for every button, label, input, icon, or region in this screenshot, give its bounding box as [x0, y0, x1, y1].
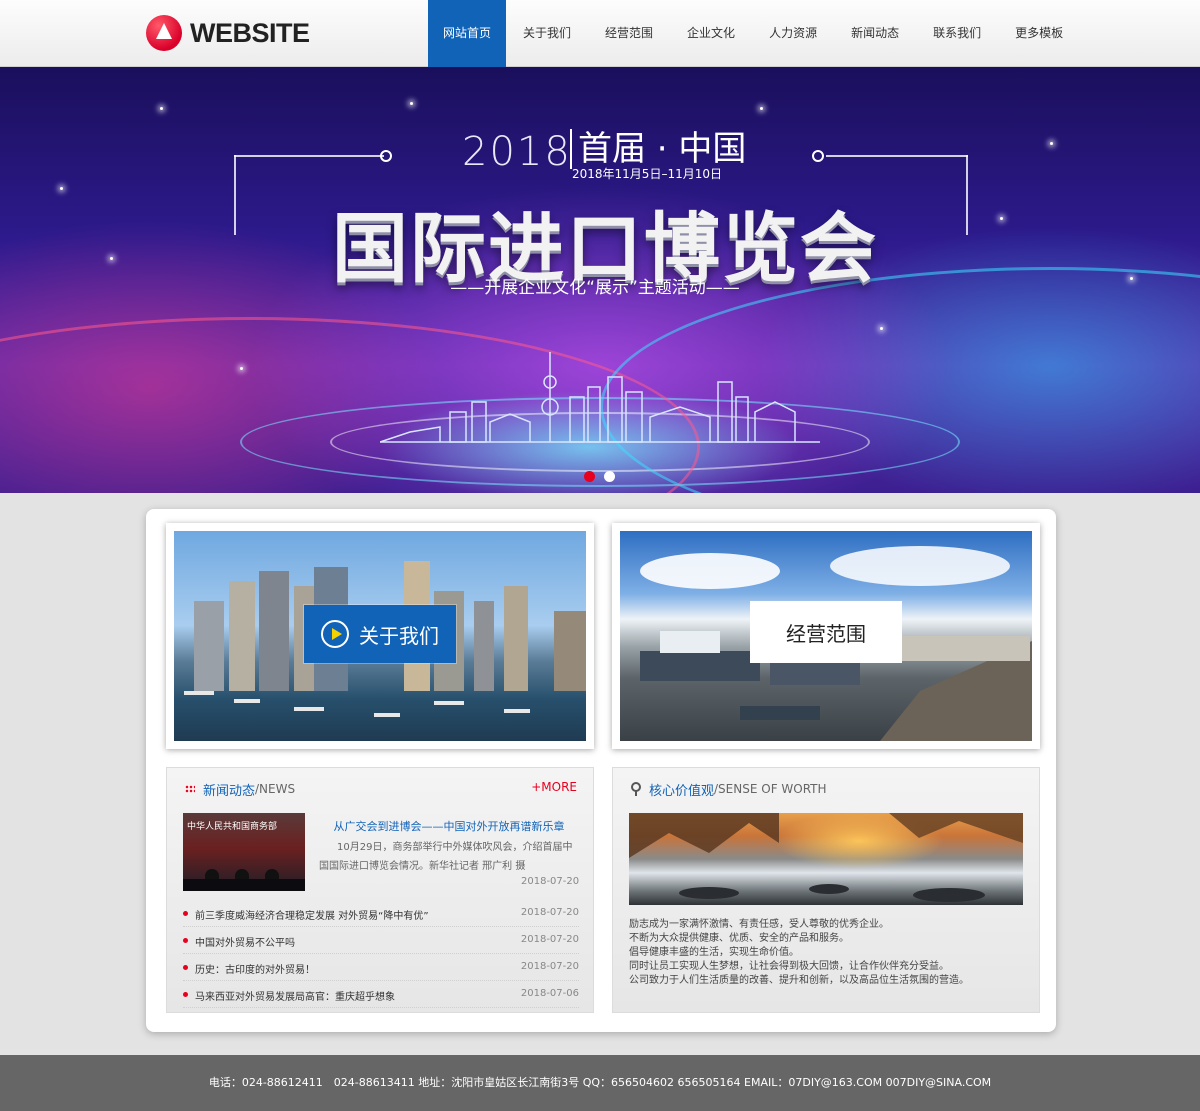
- featured-news-summary: 10月29日，商务部举行中外媒体吹风会，介绍首届中国国际进口博览会情况。新华社记…: [319, 842, 573, 872]
- sunset-coast-photo: [629, 813, 1023, 905]
- nav-item-hr[interactable]: 人力资源: [752, 0, 834, 67]
- logo-mark-icon: [146, 15, 182, 51]
- news-thumbnail-caption: 中华人民共和国商务部: [187, 822, 278, 832]
- star-decoration: [110, 257, 113, 260]
- core-values-title-cn: 核心价值观: [649, 783, 715, 799]
- bullet-icon: [183, 911, 188, 916]
- coast-illustration: [629, 813, 1023, 902]
- nav-item-more-templates[interactable]: 更多模板: [998, 0, 1080, 67]
- core-value-line: 励志成为一家满怀激情、有责任感，受人尊敬的优秀企业。: [629, 919, 889, 930]
- news-panel-header: 新闻动态 /NEWS: [185, 778, 295, 800]
- audience-silhouette: [183, 879, 305, 891]
- title-frame-line: [234, 155, 236, 235]
- footer-contact-info: 电话：024-88612411 024-88613411 地址：沈阳市皇姑区长江…: [208, 1076, 992, 1089]
- title-frame-line: [234, 155, 384, 157]
- bullet-icon: [183, 992, 188, 997]
- news-list: 前三季度威海经济合理稳定发展 对外贸易“降中有优” 2018-07-20 中国对…: [183, 900, 579, 1008]
- news-item-title: 前三季度威海经济合理稳定发展 对外贸易“降中有优”: [195, 911, 429, 922]
- about-us-label: 关于我们: [359, 623, 439, 648]
- nav-item-business-scope[interactable]: 经营范围: [588, 0, 670, 67]
- title-frame-line: [826, 155, 968, 157]
- banner-slider-dots: [584, 471, 615, 482]
- banner-dates: 2018年11月5日–11月10日: [572, 167, 722, 181]
- news-item-title: 中国对外贸易不公平吗: [195, 938, 295, 949]
- core-value-line: 同时让员工实现人生梦想，让社会得到极大回馈，让合作伙伴充分受益。: [629, 961, 949, 972]
- list-item[interactable]: 历史：古印度的对外贸易！ 2018-07-20: [183, 954, 579, 981]
- title-frame-dot-icon: [812, 150, 824, 162]
- core-values-header: 核心价值观 /SENSE OF WORTH: [631, 778, 827, 800]
- main-nav: 网站首页 关于我们 经营范围 企业文化 人力资源 新闻动态 联系我们 更多模板: [428, 0, 1080, 67]
- core-value-line: 倡导健康丰盛的生活，实现生命价值。: [629, 947, 799, 958]
- bullet-icon: [183, 965, 188, 970]
- nav-item-about[interactable]: 关于我们: [506, 0, 588, 67]
- logo-text: WEBSITE: [190, 17, 310, 48]
- nav-item-home[interactable]: 网站首页: [428, 0, 507, 67]
- banner-subtitle: ——开展企业文化“展示”主题活动——: [450, 278, 740, 298]
- banner-edition: 首届 · 中国: [570, 129, 746, 169]
- featured-news-title[interactable]: 从广交会到进博会——中国对外开放再谱新乐章: [319, 818, 579, 834]
- nav-item-contact[interactable]: 联系我们: [916, 0, 998, 67]
- news-title-en: /NEWS: [255, 782, 296, 796]
- list-item[interactable]: 前三季度威海经济合理稳定发展 对外贸易“降中有优” 2018-07-20: [183, 900, 579, 927]
- slider-dot-1[interactable]: [584, 471, 595, 482]
- news-item-date: 2018-07-20: [520, 934, 579, 945]
- core-values-text: 励志成为一家满怀激情、有责任感，受人尊敬的优秀企业。 不断为大众提供健康、优质、…: [629, 918, 1025, 988]
- news-item-title: 马来西亚对外贸易发展局高官：重庆超乎想象: [195, 992, 395, 1003]
- news-panel: 新闻动态 /NEWS +MORE 中华人民共和国商务部 从广交会到进博会——中国…: [166, 767, 594, 1013]
- grid-icon: [185, 785, 195, 793]
- play-icon: [321, 620, 349, 648]
- about-us-card[interactable]: 关于我们: [166, 523, 594, 749]
- site-logo[interactable]: WEBSITE: [146, 13, 310, 53]
- core-value-line: 公司致力于人们生活质量的改善、提升和创新，以及高品位生活氛围的营造。: [629, 975, 969, 986]
- core-values-title-en: /SENSE OF WORTH: [714, 782, 827, 796]
- map-pin-icon: [631, 782, 641, 796]
- star-decoration: [60, 187, 63, 190]
- star-decoration: [410, 102, 413, 105]
- hero-banner[interactable]: 2018 首届 · 中国 2018年11月5日–11月10日 国际进口博览会 —…: [0, 67, 1200, 493]
- list-item[interactable]: 马来西亚对外贸易发展局高官：重庆超乎想象 2018-07-06: [183, 981, 579, 1008]
- nav-item-news[interactable]: 新闻动态: [834, 0, 916, 67]
- harbor-photo: 经营范围: [620, 531, 1032, 741]
- star-decoration: [1050, 142, 1053, 145]
- site-footer: 电话：024-88612411 024-88613411 地址：沈阳市皇姑区长江…: [0, 1055, 1200, 1111]
- banner-year: 2018: [462, 129, 572, 175]
- news-item-date: 2018-07-20: [520, 961, 579, 972]
- list-item[interactable]: 中国对外贸易不公平吗 2018-07-20: [183, 927, 579, 954]
- city-marina-photo: 关于我们: [174, 531, 586, 741]
- news-item-date: 2018-07-20: [520, 907, 579, 918]
- slider-dot-2[interactable]: [604, 471, 615, 482]
- news-title-cn: 新闻动态: [203, 783, 256, 799]
- news-thumbnail-photo[interactable]: 中华人民共和国商务部: [183, 813, 305, 891]
- content-card: 关于我们 经营范围 新闻动态 /NEWS +MORE 中华人民共和国商务部 从广…: [146, 509, 1056, 1032]
- about-us-button[interactable]: 关于我们: [304, 605, 456, 663]
- site-header: WEBSITE 网站首页 关于我们 经营范围 企业文化 人力资源 新闻动态 联系…: [0, 0, 1200, 67]
- core-value-line: 不断为大众提供健康、优质、安全的产品和服务。: [629, 933, 849, 944]
- city-skyline-illustration: [380, 352, 820, 443]
- star-decoration: [760, 107, 763, 110]
- title-frame-dot-icon: [380, 150, 392, 162]
- business-scope-button[interactable]: 经营范围: [750, 601, 902, 663]
- news-item-date: 2018-07-06: [520, 988, 579, 999]
- nav-item-culture[interactable]: 企业文化: [670, 0, 752, 67]
- featured-news-date: 2018-07-20: [521, 876, 580, 887]
- star-decoration: [160, 107, 163, 110]
- title-frame-line: [966, 155, 968, 235]
- bullet-icon: [183, 938, 188, 943]
- star-decoration: [1000, 217, 1003, 220]
- business-scope-card[interactable]: 经营范围: [612, 523, 1040, 749]
- news-item-title: 历史：古印度的对外贸易！: [195, 965, 315, 976]
- news-more-link[interactable]: +MORE: [531, 780, 577, 794]
- core-values-panel: 核心价值观 /SENSE OF WORTH 励志成为一家满怀激情、有责任感，受人…: [612, 767, 1040, 1013]
